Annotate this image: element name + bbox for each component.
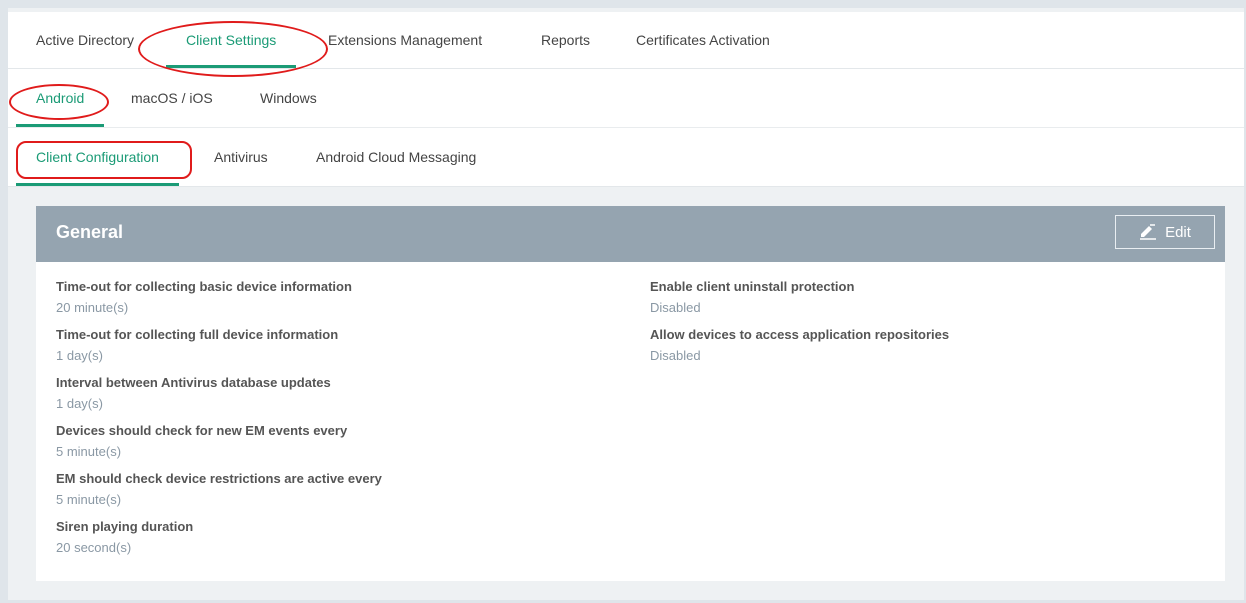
field-value: 20 second(s) (56, 540, 132, 555)
field-value: 1 day(s) (56, 348, 103, 363)
config-tab-bar: Client Configuration Antivirus Android C… (8, 128, 1244, 187)
tab-label: Android (36, 90, 85, 106)
tab-label: macOS / iOS (131, 90, 213, 106)
field-label: Interval between Antivirus database upda… (56, 375, 331, 390)
field-full-info-timeout: Time-out for collecting full device info… (56, 326, 382, 374)
tab-extensions-management[interactable]: Extensions Management (328, 12, 482, 68)
tab-label: Antivirus (214, 149, 268, 165)
tab-active-directory[interactable]: Active Directory (36, 12, 134, 68)
panel-header: General Edit (36, 206, 1225, 262)
field-label: EM should check device restrictions are … (56, 471, 382, 486)
field-app-repository-access: Allow devices to access application repo… (650, 326, 949, 374)
general-panel: General Edit Time-out for collecting bas… (36, 206, 1225, 581)
tab-label: Extensions Management (328, 32, 483, 48)
active-tab-underline (166, 65, 297, 68)
app-frame: Active Directory Client Settings Extensi… (8, 8, 1244, 600)
tab-macos-ios[interactable]: macOS / iOS (131, 69, 213, 127)
field-label: Time-out for collecting basic device inf… (56, 279, 352, 294)
edit-button[interactable]: Edit (1115, 215, 1215, 249)
field-siren-duration: Siren playing duration 20 second(s) (56, 518, 382, 566)
right-field-list: Enable client uninstall protection Disab… (650, 278, 949, 374)
field-value: 1 day(s) (56, 396, 103, 411)
tab-android[interactable]: Android (16, 69, 105, 127)
field-value: 5 minute(s) (56, 444, 122, 459)
field-label: Allow devices to access application repo… (650, 327, 950, 342)
field-label: Siren playing duration (56, 519, 194, 534)
tab-label: Client Settings (186, 32, 277, 48)
left-field-list: Time-out for collecting basic device inf… (56, 278, 382, 566)
field-value: 5 minute(s) (56, 492, 122, 507)
edit-label: Edit (1165, 223, 1191, 241)
tab-client-configuration[interactable]: Client Configuration (16, 128, 179, 186)
field-uninstall-protection: Enable client uninstall protection Disab… (650, 278, 949, 326)
active-tab-underline (16, 183, 179, 186)
tab-label: Client Configuration (36, 149, 159, 165)
tab-label: Certificates Activation (636, 32, 770, 48)
tab-android-cloud-messaging[interactable]: Android Cloud Messaging (316, 128, 476, 186)
field-value: Disabled (650, 300, 701, 315)
tab-label: Reports (541, 32, 591, 48)
tab-certificates-activation[interactable]: Certificates Activation (636, 12, 770, 68)
field-label: Enable client uninstall protection (650, 279, 855, 294)
tab-label: Active Directory (36, 32, 135, 48)
active-tab-underline (16, 124, 105, 127)
field-label: Devices should check for new EM events e… (56, 423, 348, 438)
tab-windows[interactable]: Windows (260, 69, 317, 127)
panel-title: General (56, 222, 124, 242)
os-tab-bar: Android macOS / iOS Windows (8, 69, 1244, 128)
tab-label: Android Cloud Messaging (316, 149, 477, 165)
field-em-events-check: Devices should check for new EM events e… (56, 422, 382, 470)
field-value: 20 minute(s) (56, 300, 129, 315)
field-basic-info-timeout: Time-out for collecting basic device inf… (56, 278, 382, 326)
field-antivirus-update-interval: Interval between Antivirus database upda… (56, 374, 382, 422)
tab-label: Windows (260, 90, 317, 106)
tab-client-settings[interactable]: Client Settings (166, 12, 297, 68)
field-label: Time-out for collecting full device info… (56, 327, 339, 342)
tab-antivirus[interactable]: Antivirus (214, 128, 268, 186)
field-restrictions-check: EM should check device restrictions are … (56, 470, 382, 518)
top-tab-bar: Active Directory Client Settings Extensi… (8, 12, 1244, 69)
field-value: Disabled (650, 348, 701, 363)
edit-icon (1139, 224, 1157, 240)
tab-reports[interactable]: Reports (541, 12, 590, 68)
